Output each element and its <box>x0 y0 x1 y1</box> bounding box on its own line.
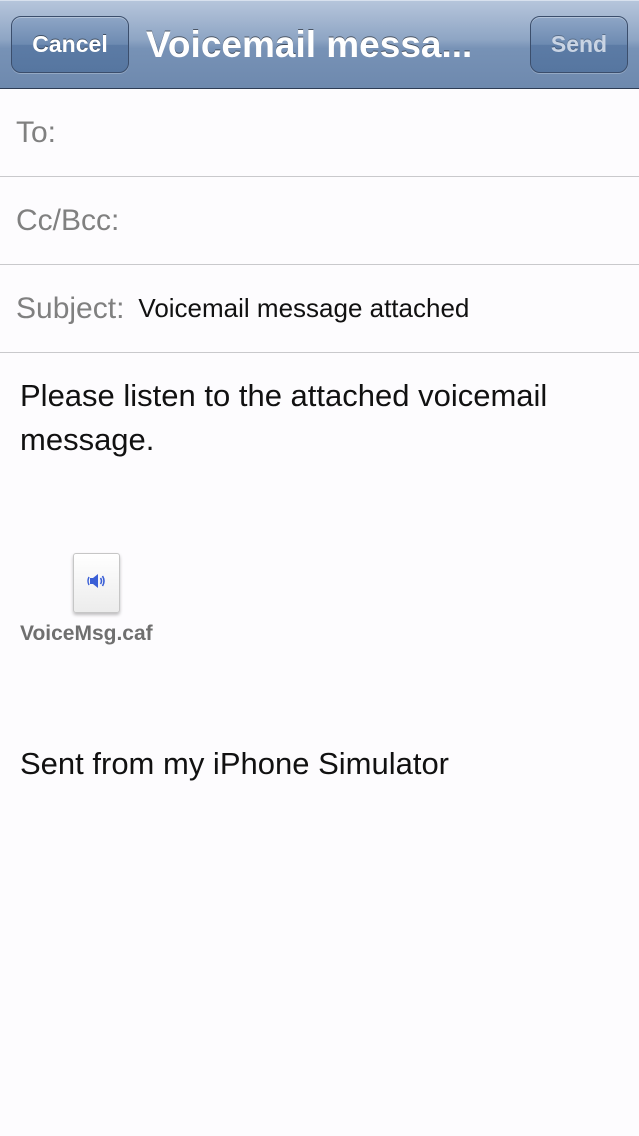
subject-input[interactable]: Voicemail message attached <box>138 293 639 324</box>
email-signature: Sent from my iPhone Simulator <box>20 746 450 781</box>
subject-field[interactable]: Subject: Voicemail message attached <box>0 265 639 353</box>
page-title: Voicemail messa... <box>146 24 473 65</box>
subject-label: Subject: <box>16 291 125 325</box>
cc-bcc-field[interactable]: Cc/Bcc: <box>0 177 639 265</box>
send-button[interactable]: Send <box>530 16 628 73</box>
compose-screen: Cancel Voicemail messa... Send To: Cc/Bc… <box>0 0 639 1136</box>
speaker-icon <box>85 569 109 598</box>
cc-bcc-label: Cc/Bcc: <box>16 203 120 237</box>
to-field[interactable]: To: <box>0 89 639 177</box>
cancel-button[interactable]: Cancel <box>11 16 129 73</box>
navigation-bar: Cancel Voicemail messa... Send <box>0 0 639 89</box>
attachment-filename: VoiceMsg.caf <box>20 622 153 645</box>
to-label: To: <box>16 115 57 149</box>
voicemail-attachment[interactable] <box>73 553 120 613</box>
message-body[interactable]: Please listen to the attached voicemail … <box>20 374 620 462</box>
